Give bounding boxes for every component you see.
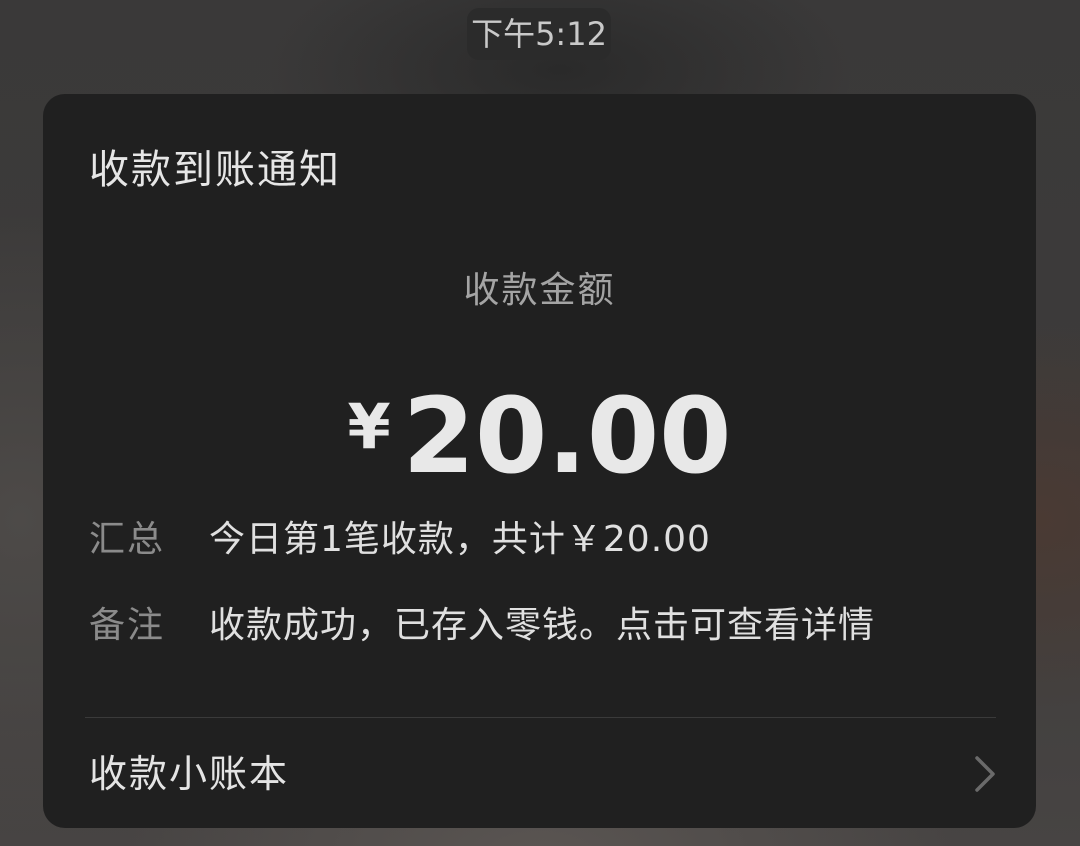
payment-ledger-link[interactable]: 收款小账本: [43, 718, 1036, 828]
summary-row: 汇总 今日第1笔收款，共计￥20.00: [89, 514, 996, 566]
chevron-right-icon: [975, 756, 995, 792]
note-row: 备注 收款成功，已存入零钱。点击可查看详情: [89, 600, 996, 652]
summary-label: 汇总: [89, 519, 166, 560]
amount-label: 收款金额: [463, 270, 616, 311]
payment-ledger-label: 收款小账本: [89, 752, 290, 796]
note-value: 收款成功，已存入零钱。点击可查看详情: [209, 605, 876, 646]
note-label: 备注: [89, 605, 166, 646]
payment-notification-card[interactable]: 收款到账通知 收款金额 ¥20.00 汇总 今日第1笔收款，共计￥20.00 备…: [43, 94, 1036, 828]
currency-symbol: ¥: [347, 390, 391, 463]
status-time: 下午5:12: [467, 8, 611, 60]
notification-title: 收款到账通知: [89, 147, 341, 193]
summary-value: 今日第1笔收款，共计￥20.00: [209, 519, 711, 560]
amount-value: 20.00: [402, 375, 732, 497]
amount-display: ¥20.00: [43, 362, 1036, 532]
